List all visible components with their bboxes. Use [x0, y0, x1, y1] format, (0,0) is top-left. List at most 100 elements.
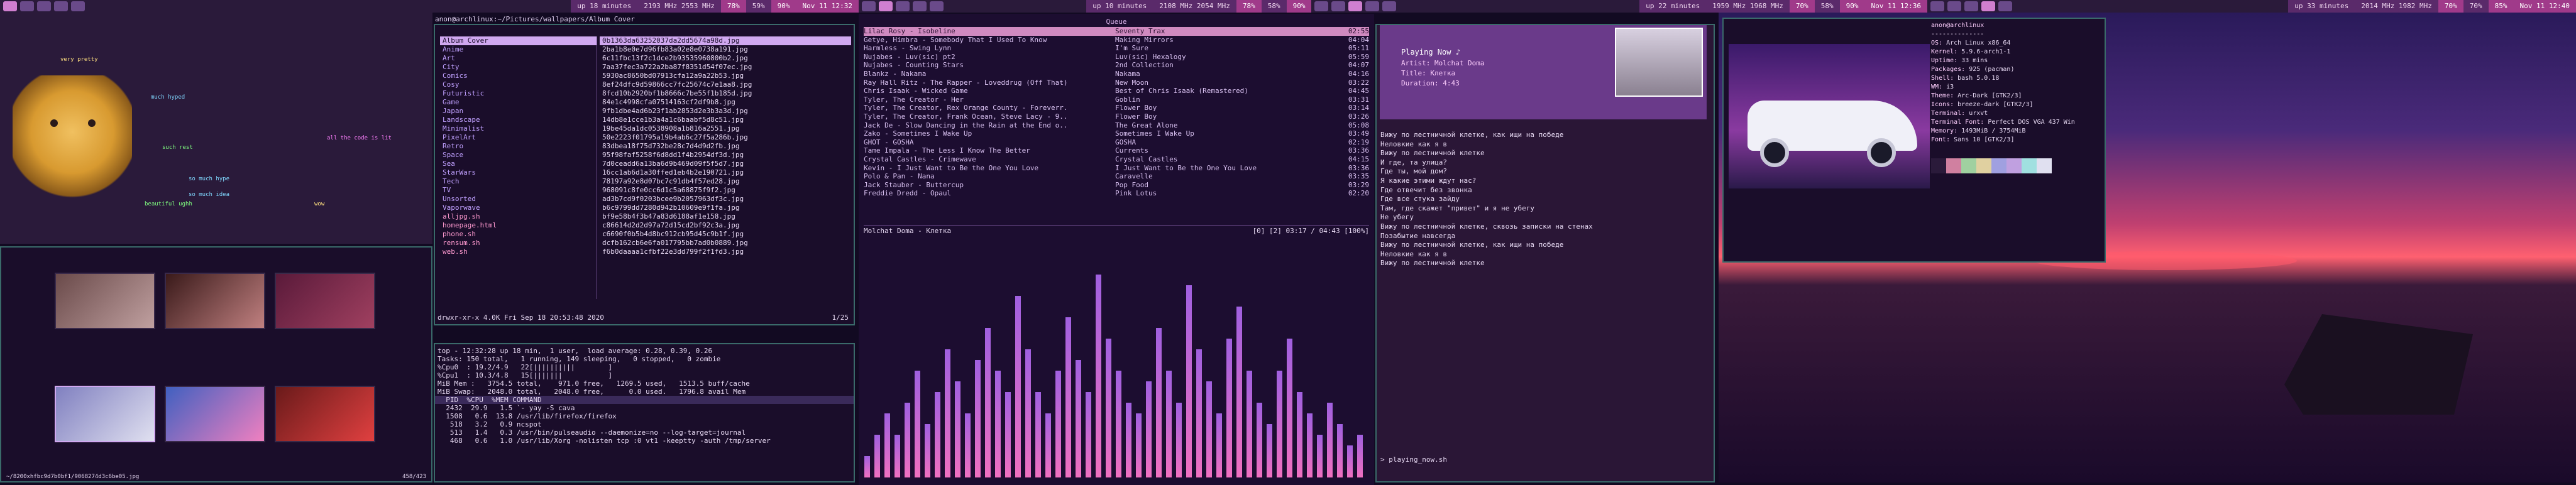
directory-item[interactable]: Retro	[440, 142, 597, 151]
file-item[interactable]: 9fb1dbe4ad6b23f1ab2853d2e3b3a3d.jpg	[600, 107, 851, 116]
directory-item[interactable]: City	[440, 63, 597, 72]
workspace-button[interactable]	[20, 1, 34, 11]
directory-item[interactable]: PixelArt	[440, 133, 597, 142]
directory-item[interactable]: Art	[440, 54, 597, 63]
file-item[interactable]: 6c11fbc13f2c1dce2b93535960800b2.jpg	[600, 54, 851, 63]
file-item[interactable]: b6c9799dd7280d942b10609e9f1fa.jpg	[600, 204, 851, 212]
directory-item[interactable]: StarWars	[440, 168, 597, 177]
queue-row[interactable]: Jack De - Slow Dancing in the Rain at th…	[864, 121, 1369, 130]
thumbnail[interactable]	[55, 386, 155, 442]
queue-row[interactable]: Ray Hall Ritz - The Rapper - Loveddrug (…	[864, 79, 1369, 87]
directory-item[interactable]: phone.sh	[440, 230, 597, 239]
queue-row[interactable]: Tame Impala - The Less I Know The Better…	[864, 146, 1369, 155]
directory-item[interactable]: Anime	[440, 45, 597, 54]
file-item[interactable]: f6b0daaaa1cfbf22e3dd799f2f1fd3.jpg	[600, 248, 851, 256]
workspace-button[interactable]	[930, 1, 944, 11]
directory-item[interactable]: Sea	[440, 160, 597, 168]
file-item[interactable]: c86614d2d2d97a72d15cd2bf92c3a.jpg	[600, 221, 851, 230]
queue-row[interactable]: Chris Isaak - Wicked Game Best of Chris I…	[864, 87, 1369, 95]
workspace-button[interactable]	[71, 1, 85, 11]
status-bar: up 33 minutes 2014 MHz 1982 MHz 70% 70% 85% N…	[1927, 0, 2576, 13]
directory-item[interactable]: Cosy	[440, 80, 597, 89]
file-item[interactable]: 78197a92e8d07bc7c91db4f57ed28.jpg	[600, 177, 851, 186]
file-item[interactable]: dcfb162cb6e6fa017795bb7ad0b0889.jpg	[600, 239, 851, 248]
file-item[interactable]: 7d0ceadd6a13ba6d9b469d09f5f5d7.jpg	[600, 160, 851, 168]
queue-row[interactable]: Zako - Sometimes I Wake Up Sometimes I Wa…	[864, 129, 1369, 138]
queue-row[interactable]: Lilac Rosy - Isobeline Seventy Trax 02:55	[864, 27, 1369, 36]
directory-item[interactable]: Minimalist	[440, 124, 597, 133]
file-item[interactable]: 8fcd10b2920bf1b8666c7be55f1b185d.jpg	[600, 89, 851, 98]
thumbnail[interactable]	[165, 386, 265, 442]
directory-item[interactable]: alljpg.sh	[440, 212, 597, 221]
queue-row[interactable]: GHOT - GOSHA GOSHA 02:19	[864, 138, 1369, 147]
workspace-button[interactable]	[1964, 1, 1978, 11]
workspace-button[interactable]	[3, 1, 17, 11]
file-item[interactable]: 83dbea18f75d732be28c7d4d9d2fb.jpg	[600, 142, 851, 151]
file-item[interactable]: 0b1363da63252037da2dd5674a98d.jpg	[600, 36, 851, 45]
workspace-button[interactable]	[37, 1, 51, 11]
workspace-button[interactable]	[1382, 1, 1396, 11]
file-item[interactable]: 8ef24dfc9d59866cc7fc25674c7e1aa8.jpg	[600, 80, 851, 89]
workspace-button[interactable]	[913, 1, 927, 11]
queue-row[interactable]: Freddie Dredd - Opaul Pink Lotus 02:20	[864, 189, 1369, 198]
workspace-button[interactable]	[1348, 1, 1362, 11]
file-item[interactable]: 84e1c4998cfa07514163cf2df9b8.jpg	[600, 98, 851, 107]
workspace-button[interactable]	[1930, 1, 1944, 11]
queue-row[interactable]: Tyler, The Creator - Her Goblin 03:31	[864, 95, 1369, 104]
thumbnail[interactable]	[275, 386, 375, 442]
queue-row[interactable]: Harmless - Swing Lynn I'm Sure 05:11	[864, 44, 1369, 53]
file-item[interactable]: 968091c8fe0cc6d1c5a68875f9f2.jpg	[600, 186, 851, 195]
workspace-button[interactable]	[896, 1, 910, 11]
queue-row[interactable]: Crystal Castles - Crimewave Crystal Castl…	[864, 155, 1369, 164]
queue-row[interactable]: Getye, Himbra - Somebody That I Used To …	[864, 36, 1369, 45]
visualizer-bar	[884, 413, 890, 477]
directory-item[interactable]: Album Cover	[440, 36, 597, 45]
track-title: Zako - Sometimes I Wake Up	[864, 129, 972, 138]
workspace-button[interactable]	[879, 1, 893, 11]
file-item[interactable]: 16cc1ab6d1a30ffed1eb4b2e190721.jpg	[600, 168, 851, 177]
queue-row[interactable]: Tyler, The Creator, Rex Orange County - …	[864, 104, 1369, 112]
workspace-button[interactable]	[1314, 1, 1328, 11]
workspace-button[interactable]	[1331, 1, 1345, 11]
file-item[interactable]: 50e2223f01795a19b4ab6c27f5a286b.jpg	[600, 133, 851, 142]
queue-row[interactable]: Nujabes - Luv(sic) pt2 Luv(sic) Hexalogy 0…	[864, 53, 1369, 62]
directory-item[interactable]: Landscape	[440, 116, 597, 124]
queue-row[interactable]: Kevin - I Just Want to Be the One You Lo…	[864, 164, 1369, 173]
directory-item[interactable]: Japan	[440, 107, 597, 116]
queue-row[interactable]: Nujabes - Counting Stars 2nd Collection 04…	[864, 61, 1369, 70]
directory-item[interactable]: Unsorted	[440, 195, 597, 204]
command-line[interactable]: > playing_now.sh	[1380, 455, 1447, 464]
directory-item[interactable]: Space	[440, 151, 597, 160]
queue-row[interactable]: Polo & Pan - Nana Caravelle 03:35	[864, 172, 1369, 181]
workspace-button[interactable]	[862, 1, 876, 11]
directory-item[interactable]: Vaporwave	[440, 204, 597, 212]
directory-item[interactable]: homepage.html	[440, 221, 597, 230]
workspace-button[interactable]	[54, 1, 68, 11]
queue-row[interactable]: Jack Stauber - Buttercup Pop Food 03:29	[864, 181, 1369, 190]
workspace-button[interactable]	[1947, 1, 1961, 11]
queue-row[interactable]: Blankz - Nakama Nakama 04:16	[864, 70, 1369, 79]
directory-item[interactable]: Game	[440, 98, 597, 107]
file-item[interactable]: 19be45da1dc0538908a1b816a2551.jpg	[600, 124, 851, 133]
file-item[interactable]: c6690f0b5b4d8bc912cb95d45c9b1f.jpg	[600, 230, 851, 239]
file-item[interactable]: 2ba1b8e0e7d96fb83a02e8e0738a191.jpg	[600, 45, 851, 54]
file-item[interactable]: 5930ac8650bd07913cfa12a9a22b53.jpg	[600, 72, 851, 80]
directory-item[interactable]: Futuristic	[440, 89, 597, 98]
workspace-button[interactable]	[1998, 1, 2012, 11]
workspace-button[interactable]	[1365, 1, 1379, 11]
thumbnail[interactable]	[55, 273, 155, 329]
file-item[interactable]: 95f98faf5258f6d8dd1f4b2954df3d.jpg	[600, 151, 851, 160]
file-item[interactable]: bf9e58b4f3b47a83d6188af1e158.jpg	[600, 212, 851, 221]
directory-item[interactable]: TV	[440, 186, 597, 195]
thumbnail[interactable]	[275, 273, 375, 329]
file-item[interactable]: ad3b7cd9f0203bcee9b2057963df3c.jpg	[600, 195, 851, 204]
directory-item[interactable]: rensum.sh	[440, 239, 597, 248]
file-item[interactable]: 7aa37fec3a722a2ba87f8351d54f07ec.jpg	[600, 63, 851, 72]
queue-row[interactable]: Tyler, The Creator, Frank Ocean, Steve L…	[864, 112, 1369, 121]
directory-item[interactable]: Comics	[440, 72, 597, 80]
workspace-button[interactable]	[1981, 1, 1995, 11]
file-item[interactable]: 14db8e1cce1b3a4a1c6baabf5d8c51.jpg	[600, 116, 851, 124]
directory-item[interactable]: web.sh	[440, 248, 597, 256]
directory-item[interactable]: Tech	[440, 177, 597, 186]
thumbnail[interactable]	[165, 273, 265, 329]
